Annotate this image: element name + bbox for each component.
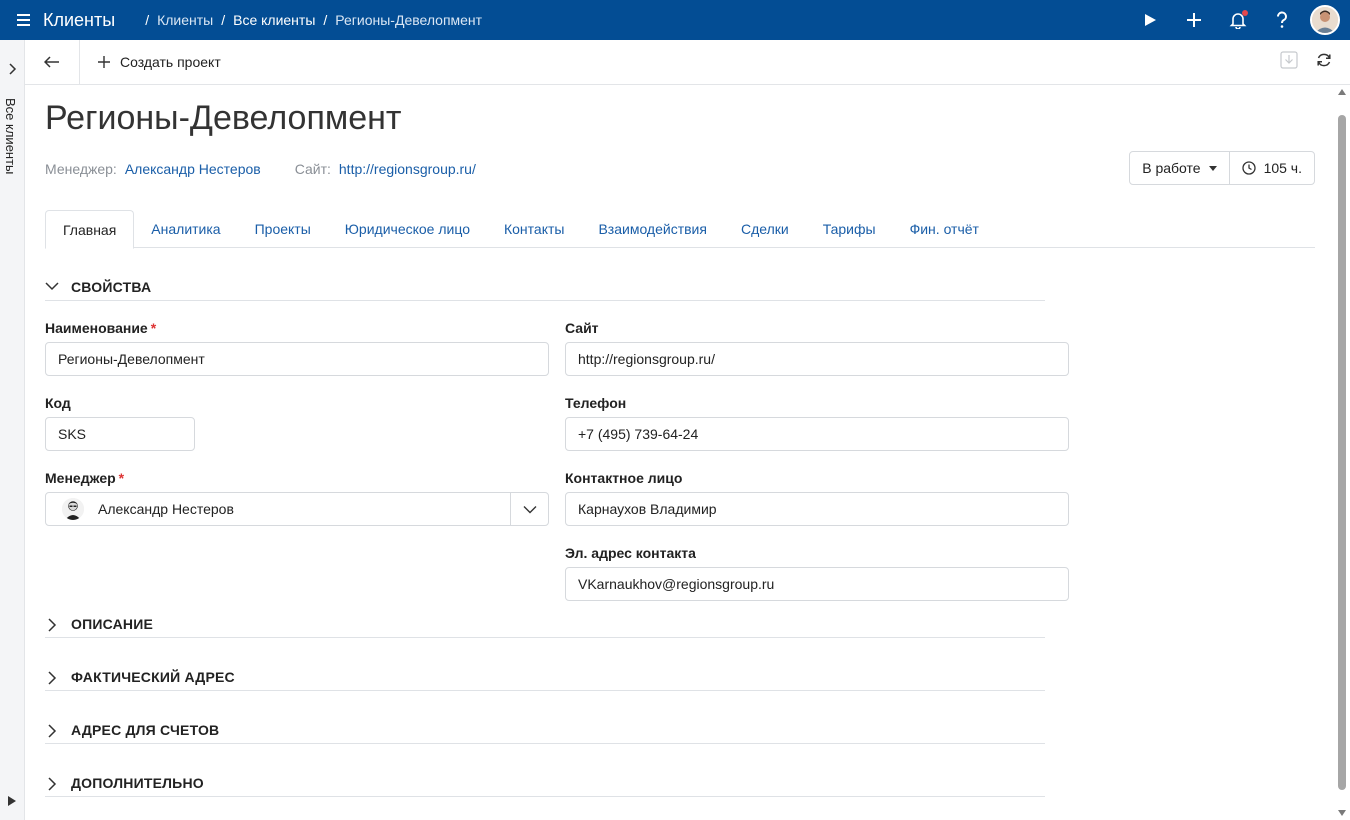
play-small-icon[interactable] (8, 793, 16, 811)
contact-input[interactable]: Карнаухов Владимир (565, 492, 1069, 526)
breadcrumb-separator: / (145, 12, 150, 28)
email-label: Эл. адрес контакта (565, 545, 696, 561)
tab-bar: Главная Аналитика Проекты Юридическое ли… (45, 210, 1315, 249)
section-description-title: ОПИСАНИЕ (71, 616, 153, 632)
required-mark: * (118, 470, 125, 486)
refresh-icon[interactable] (1316, 52, 1332, 73)
breadcrumb-item-clients[interactable]: Клиенты (157, 12, 213, 28)
plus-icon (98, 56, 110, 68)
breadcrumb-separator: / (323, 12, 328, 28)
tab-projects[interactable]: Проекты (238, 210, 328, 248)
client-meta: Менеджер: Александр Нестеров Сайт: http:… (45, 161, 476, 177)
site-meta-link[interactable]: http://regionsgroup.ru/ (339, 161, 476, 177)
arrow-left-icon (44, 56, 59, 68)
notification-dot (1242, 10, 1248, 16)
chevron-right-icon (48, 777, 57, 791)
name-label: Наименование * (45, 320, 157, 336)
tab-interactions[interactable]: Взаимодействия (581, 210, 724, 248)
download-icon[interactable] (1280, 50, 1298, 74)
tab-deals[interactable]: Сделки (724, 210, 806, 248)
section-actual-address-title: ФАКТИЧЕСКИЙ АДРЕС (71, 669, 235, 685)
section-properties-title: СВОЙСТВА (71, 279, 152, 295)
back-button[interactable] (25, 40, 80, 84)
tab-analytics[interactable]: Аналитика (134, 210, 237, 248)
help-icon[interactable] (1260, 0, 1304, 40)
rail-label[interactable]: Все клиенты (3, 98, 18, 174)
toolbar: Создать проект (25, 40, 1350, 85)
scroll-up-arrow[interactable] (1338, 89, 1346, 95)
section-additional-title: ДОПОЛНИТЕЛЬНО (71, 775, 204, 791)
breadcrumb-item-all-clients[interactable]: Все клиенты (233, 12, 315, 28)
name-input[interactable]: Регионы-Девелопмент (45, 342, 549, 376)
top-bar: Клиенты / Клиенты / Все клиенты / Регион… (0, 0, 1350, 40)
create-project-button[interactable]: Создать проект (98, 54, 221, 70)
tab-tariffs[interactable]: Тарифы (806, 210, 893, 248)
create-project-label: Создать проект (120, 54, 221, 70)
manager-label: Менеджер * (45, 470, 125, 486)
manager-avatar (62, 498, 84, 520)
phone-input[interactable]: +7 (495) 739-64-24 (565, 417, 1069, 451)
breadcrumb-separator: / (221, 12, 226, 28)
chevron-right-icon (48, 618, 57, 632)
section-billing-address-title: АДРЕС ДЛЯ СЧЕТОВ (71, 722, 220, 738)
phone-label: Телефон (565, 395, 627, 411)
manager-dropdown-button[interactable] (510, 493, 548, 525)
hours-label: 105 ч. (1263, 160, 1302, 176)
breadcrumb-item-current: Регионы-Девелопмент (335, 12, 483, 28)
scrollbar-thumb[interactable] (1338, 115, 1346, 790)
section-properties[interactable]: СВОЙСТВА (45, 279, 1045, 301)
site-input[interactable]: http://regionsgroup.ru/ (565, 342, 1069, 376)
clock-icon (1241, 161, 1256, 175)
section-additional[interactable]: ДОПОЛНИТЕЛЬНО (45, 775, 1045, 797)
breadcrumb: / Клиенты / Все клиенты / Регионы-Девело… (137, 12, 482, 28)
chevron-down-icon (45, 282, 59, 291)
scrollbar[interactable] (1335, 85, 1350, 820)
section-actual-address[interactable]: ФАКТИЧЕСКИЙ АДРЕС (45, 669, 1045, 691)
status-dropdown[interactable]: В работе (1130, 152, 1228, 184)
section-billing-address[interactable]: АДРЕС ДЛЯ СЧЕТОВ (45, 722, 1045, 744)
app-title[interactable]: Клиенты (43, 10, 115, 31)
chevron-down-icon (523, 505, 536, 513)
menu-icon[interactable] (17, 14, 33, 26)
status-label: В работе (1142, 160, 1201, 176)
user-avatar[interactable] (1310, 5, 1340, 35)
email-input[interactable]: VKarnaukhov@regionsgroup.ru (565, 567, 1069, 601)
main-content: Регионы-Девелопмент Менеджер: Александр … (25, 85, 1335, 820)
tab-legal-entity[interactable]: Юридическое лицо (328, 210, 487, 248)
required-mark: * (150, 320, 157, 336)
tab-contacts[interactable]: Контакты (487, 210, 581, 248)
chevron-right-icon[interactable] (7, 62, 17, 80)
tab-main[interactable]: Главная (45, 210, 135, 249)
contact-label: Контактное лицо (565, 470, 683, 486)
bell-icon[interactable] (1216, 0, 1260, 40)
play-icon[interactable] (1128, 0, 1172, 40)
caret-down-icon (1208, 165, 1217, 171)
site-label: Сайт (565, 320, 599, 336)
section-description[interactable]: ОПИСАНИЕ (45, 616, 1045, 638)
plus-icon[interactable] (1172, 0, 1216, 40)
manager-meta-label: Менеджер: (45, 161, 117, 177)
manager-select[interactable]: Александр Нестеров (45, 492, 549, 526)
scroll-down-arrow[interactable] (1338, 810, 1346, 816)
manager-meta-link[interactable]: Александр Нестеров (125, 161, 261, 177)
chevron-right-icon (48, 671, 57, 685)
status-group: В работе 105 ч. (1129, 151, 1315, 185)
page-title: Регионы-Девелопмент (45, 99, 402, 137)
site-meta-label: Сайт: (294, 161, 331, 177)
code-input[interactable]: SKS (45, 417, 195, 451)
manager-select-value: Александр Нестеров (98, 501, 234, 517)
chevron-right-icon (48, 724, 57, 738)
code-label: Код (45, 395, 71, 411)
tab-financial-report[interactable]: Фин. отчёт (893, 210, 996, 248)
hours-button[interactable]: 105 ч. (1228, 152, 1314, 184)
side-rail: Все клиенты (0, 40, 25, 820)
